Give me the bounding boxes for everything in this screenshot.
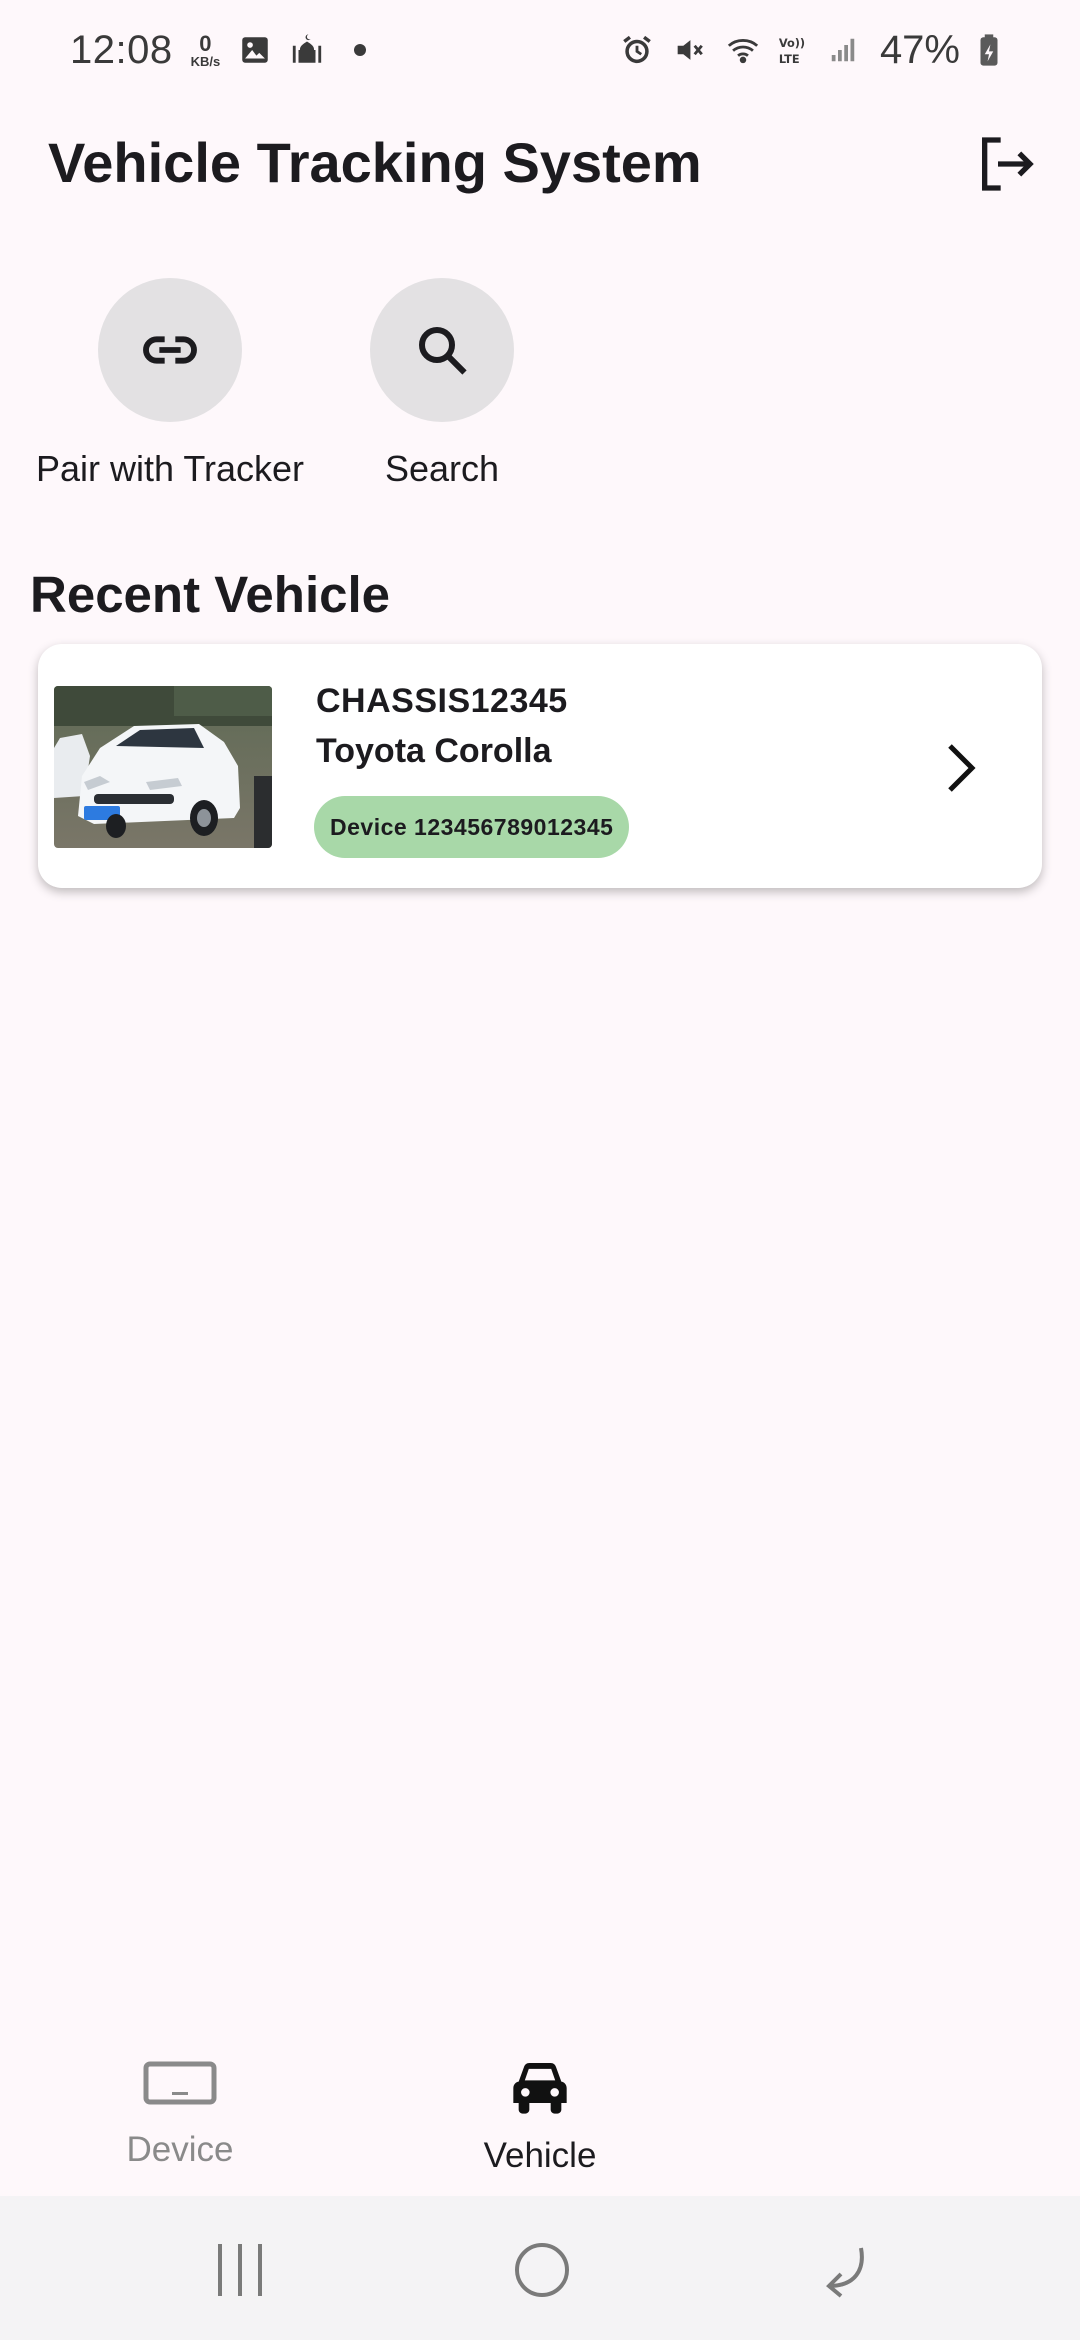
vehicle-photo (54, 686, 272, 848)
link-icon (143, 336, 197, 364)
network-speed: 0 KB/s (190, 30, 221, 69)
chevron-right-icon[interactable] (936, 738, 986, 798)
pair-with-tracker-label: Pair with Tracker (35, 448, 305, 489)
nav-item-vehicle[interactable]: Vehicle (420, 2060, 660, 2176)
svg-text:LTE: LTE (779, 52, 800, 66)
nav-label-vehicle: Vehicle (483, 2136, 597, 2175)
search-icon (419, 327, 467, 375)
logout-icon (982, 137, 1034, 191)
signal-icon (828, 33, 862, 67)
notification-dot (354, 44, 367, 56)
device-icon (143, 2061, 217, 2105)
home-icon[interactable] (512, 2240, 572, 2300)
recent-vehicle-card[interactable]: CHASSIS12345 Toyota Corolla Device 12345… (38, 644, 1042, 888)
status-bar: 12:08 0 KB/s Vo)) LTE 47% (0, 0, 1080, 100)
system-navigation-bar (0, 2196, 1080, 2340)
pair-with-tracker-button[interactable]: Pair with Tracker (30, 278, 310, 490)
mute-icon (672, 33, 706, 67)
gallery-icon (238, 33, 272, 67)
battery-percent: 47% (879, 27, 960, 72)
svg-text:Vo)): Vo)) (779, 36, 805, 50)
page-title: Vehicle Tracking System (48, 131, 702, 194)
device-chip: Device 123456789012345 (314, 796, 630, 858)
mosque-icon (290, 33, 324, 67)
alarm-icon (620, 33, 654, 67)
recents-icon[interactable] (210, 2240, 270, 2300)
wifi-icon (724, 33, 759, 67)
car-icon (513, 2063, 567, 2114)
screen: 12:08 0 KB/s Vo)) LTE 47% Vehicle Tracki… (0, 0, 1080, 2340)
volte-icon: Vo)) LTE (776, 33, 810, 67)
search-label: Search (384, 448, 500, 489)
logout-button[interactable] (970, 128, 1042, 200)
status-time: 12:08 (70, 27, 173, 72)
search-button[interactable]: Search (342, 278, 542, 490)
vehicle-model: Toyota Corolla (316, 732, 552, 770)
section-title: Recent Vehicle (30, 566, 391, 623)
vehicle-chassis: CHASSIS12345 (316, 682, 568, 720)
back-icon[interactable] (815, 2240, 875, 2300)
battery-icon (978, 33, 1012, 67)
bottom-navigation: Device Vehicle (0, 2030, 1080, 2196)
nav-item-device[interactable]: Device (60, 2060, 300, 2170)
nav-label-device: Device (126, 2130, 234, 2169)
